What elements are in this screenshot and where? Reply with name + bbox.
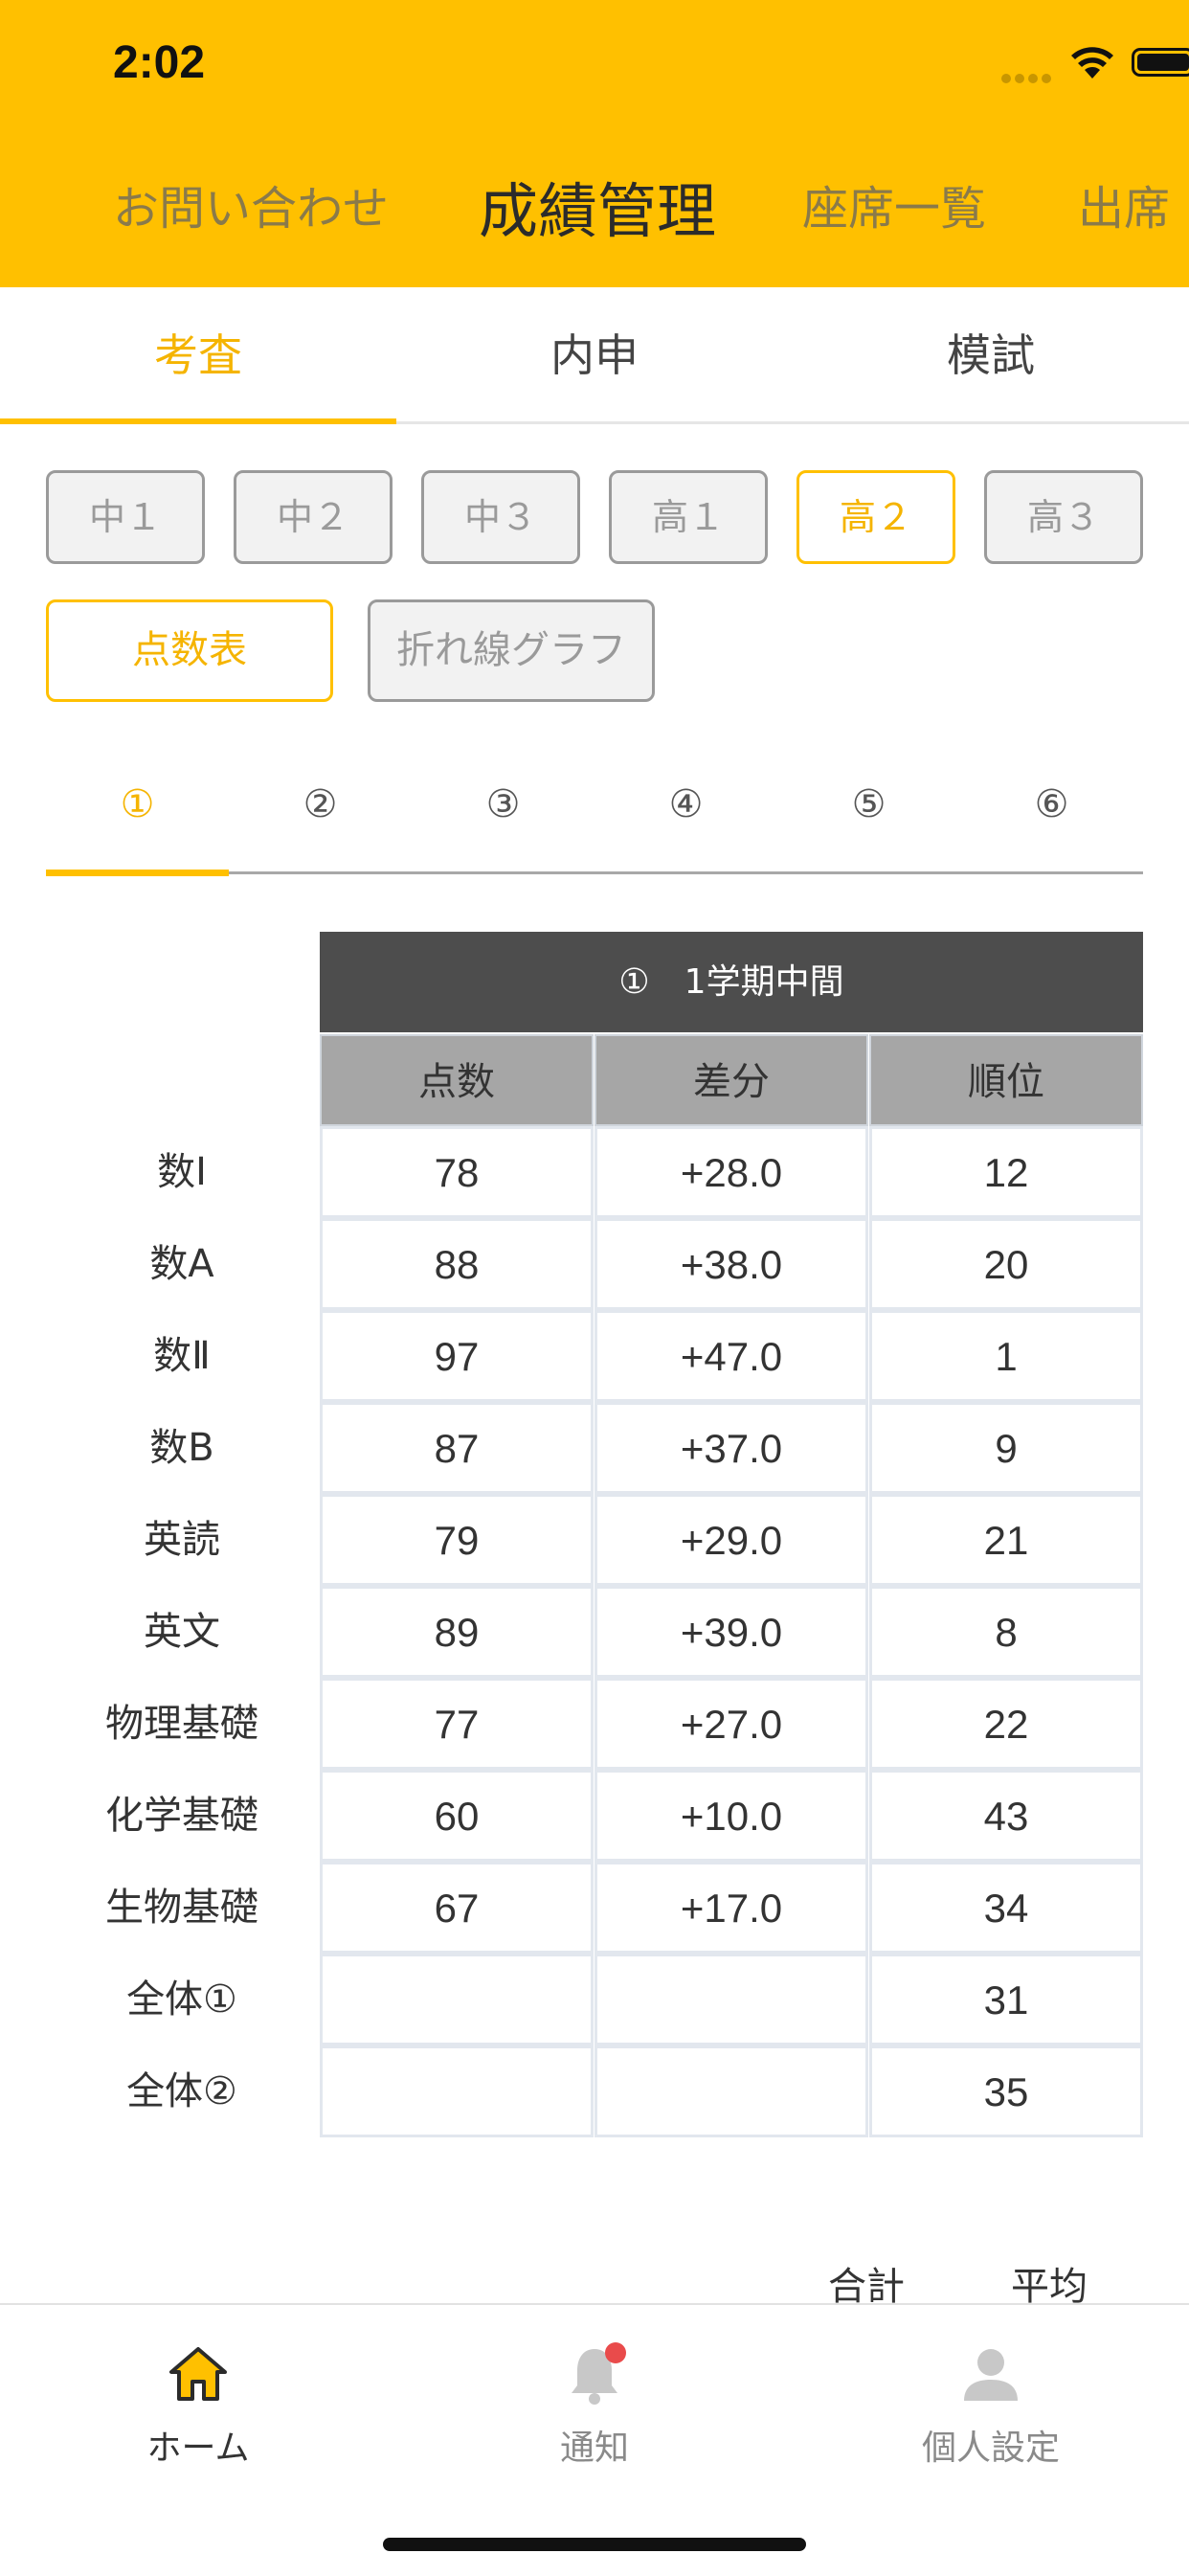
column-header-rank: 順位	[869, 1034, 1143, 1126]
subject-label: 全体①	[126, 1977, 237, 2022]
table-cell-diff: +17.0	[594, 1862, 868, 1954]
view-score-table-button[interactable]: 点数表	[46, 599, 333, 702]
table-cell-score: 77	[320, 1678, 594, 1770]
table-cell-rank: 20	[869, 1218, 1143, 1310]
bottom-tab-bar: ホーム 通知 個人設定	[0, 2303, 1189, 2576]
subject-label: 全体②	[126, 2069, 237, 2113]
tabbar-settings-label: 個人設定	[921, 2429, 1060, 2468]
table-cell-score: 97	[320, 1310, 594, 1402]
table-cell-diff	[594, 2045, 868, 2137]
table-cell-diff: +39.0	[594, 1586, 868, 1678]
cellular-signal-icon	[1001, 69, 1059, 83]
table-cell-score: 79	[320, 1494, 594, 1586]
column-header-score: 点数	[320, 1034, 594, 1126]
status-time: 2:02	[113, 37, 206, 88]
table-cell-diff: +10.0	[594, 1770, 868, 1862]
exam-tab-6[interactable]: ⑥	[960, 747, 1143, 871]
tab-exam[interactable]: 考査	[0, 287, 396, 424]
table-cell-diff: +29.0	[594, 1494, 868, 1586]
subject-label: 英文	[144, 1610, 220, 1654]
table-cell-score: 89	[320, 1586, 594, 1678]
table-cell-score: 67	[320, 1862, 594, 1954]
bell-icon	[572, 2342, 626, 2405]
table-cell-rank: 9	[869, 1402, 1143, 1494]
table-cell-rank: 22	[869, 1678, 1143, 1770]
subject-label: 数Ⅱ	[153, 1334, 211, 1378]
active-tab-indicator	[0, 418, 396, 424]
table-cell-rank: 12	[869, 1126, 1143, 1218]
view-line-graph-button[interactable]: 折れ線グラフ	[368, 599, 655, 702]
table-cell-rank: 34	[869, 1862, 1143, 1954]
nav-tab-contact[interactable]: お問い合わせ	[113, 170, 389, 237]
table-cell-score: 78	[320, 1126, 594, 1218]
table-cell-rank: 21	[869, 1494, 1143, 1586]
table-cell-score: 60	[320, 1770, 594, 1862]
grade-button-jh2[interactable]: 中２	[234, 470, 393, 564]
table-cell-rank: 8	[869, 1586, 1143, 1678]
subject-label: 数Ⅰ	[157, 1150, 207, 1194]
table-cell-score: 88	[320, 1218, 594, 1310]
table-cell-diff	[594, 1954, 868, 2045]
tabbar-home-label: ホーム	[146, 2429, 250, 2468]
battery-icon	[1132, 48, 1189, 77]
table-cell-score	[320, 2045, 594, 2137]
home-icon	[169, 2347, 227, 2401]
nav-tab-grades[interactable]: 成績管理	[479, 163, 716, 249]
top-nav: お問い合わせ 成績管理 座席一覧 出席	[0, 170, 1189, 247]
exam-tab-2[interactable]: ②	[229, 747, 412, 871]
subject-label: 生物基礎	[105, 1886, 258, 1930]
subject-label: 英読	[144, 1518, 220, 1562]
tab-report-card[interactable]: 内申	[396, 287, 793, 424]
table-cell-rank: 35	[869, 2045, 1143, 2137]
table-cell-diff: +27.0	[594, 1678, 868, 1770]
table-cell-diff: +37.0	[594, 1402, 868, 1494]
grade-button-hs2[interactable]: 高２	[796, 470, 955, 564]
grade-button-hs1[interactable]: 高１	[609, 470, 768, 564]
exam-tab-4[interactable]: ④	[594, 747, 777, 871]
grade-button-jh3[interactable]: 中３	[421, 470, 580, 564]
tabbar-notifications[interactable]: 通知	[396, 2305, 793, 2497]
exam-tab-1[interactable]: ①	[46, 747, 229, 871]
tab-mock-exam[interactable]: 模試	[793, 287, 1189, 424]
subject-label: 数A	[149, 1242, 214, 1286]
category-tabs: 考査 内申 模試	[0, 287, 1189, 424]
tabbar-notifications-label: 通知	[559, 2429, 629, 2468]
app-header: 2:02 お問い合わせ 成績管理 座席一覧 出席	[0, 0, 1189, 287]
subject-label: 物理基礎	[105, 1702, 258, 1746]
home-indicator	[383, 2538, 806, 2551]
exam-tab-3[interactable]: ③	[412, 747, 594, 871]
table-cell-diff: +28.0	[594, 1126, 868, 1218]
table-cell-diff: +38.0	[594, 1218, 868, 1310]
table-cell-rank: 31	[869, 1954, 1143, 2045]
nav-tab-seats[interactable]: 座席一覧	[802, 170, 986, 237]
exam-number-tabs: ① ② ③ ④ ⑤ ⑥	[46, 747, 1143, 876]
subject-label: 化学基礎	[105, 1794, 258, 1838]
wifi-icon	[1071, 47, 1113, 79]
column-header-difference: 差分	[594, 1034, 868, 1126]
table-cell-diff: +47.0	[594, 1310, 868, 1402]
person-icon	[964, 2349, 1018, 2401]
exam-title: ① 1学期中間	[320, 932, 1143, 1032]
table-cell-score	[320, 1954, 594, 2045]
tabbar-settings[interactable]: 個人設定	[793, 2305, 1189, 2497]
subject-label: 数B	[149, 1426, 214, 1470]
tabbar-home[interactable]: ホーム	[0, 2305, 396, 2497]
grade-button-hs3[interactable]: 高３	[984, 470, 1143, 564]
table-cell-score: 87	[320, 1402, 594, 1494]
exam-tab-5[interactable]: ⑤	[777, 747, 960, 871]
active-exam-indicator	[46, 870, 229, 876]
nav-tab-attendance[interactable]: 出席	[1078, 170, 1170, 237]
notification-badge	[605, 2342, 626, 2363]
table-cell-rank: 43	[869, 1770, 1143, 1862]
grade-button-jh1[interactable]: 中１	[46, 470, 205, 564]
table-cell-rank: 1	[869, 1310, 1143, 1402]
